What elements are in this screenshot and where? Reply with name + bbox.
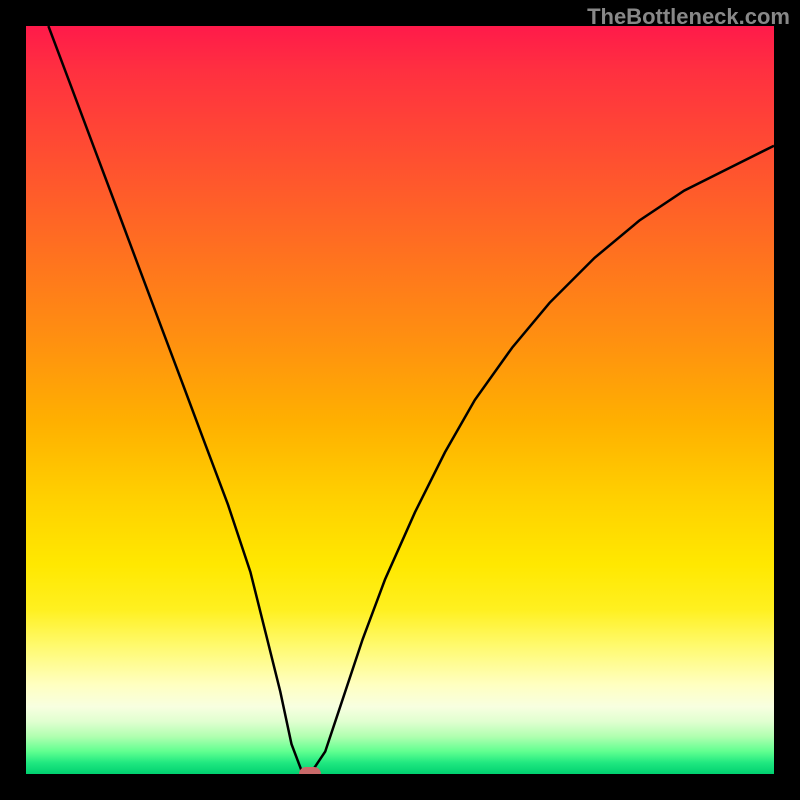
bottleneck-curve [48,26,774,774]
plot-area [26,26,774,774]
curve-svg [26,26,774,774]
attribution-text: TheBottleneck.com [587,4,790,30]
optimal-point-marker [299,767,321,774]
